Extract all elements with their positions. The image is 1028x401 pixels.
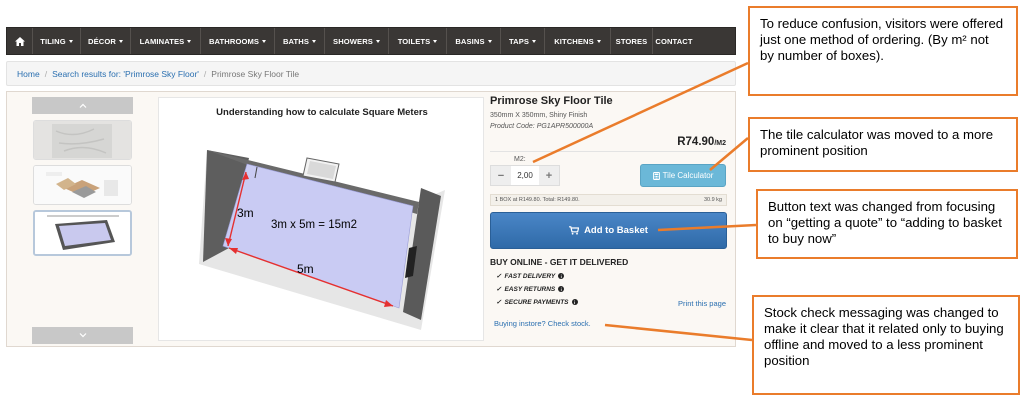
annotation-stock-check: Stock check messaging was changed to mak… [752, 295, 1020, 395]
annotation-tile-calculator: The tile calculator was moved to a more … [748, 117, 1018, 172]
annotation-button-text: Button text was changed from focusing on… [756, 189, 1018, 259]
annotation-ordering-method: To reduce confusion, visitors were offer… [748, 6, 1018, 96]
